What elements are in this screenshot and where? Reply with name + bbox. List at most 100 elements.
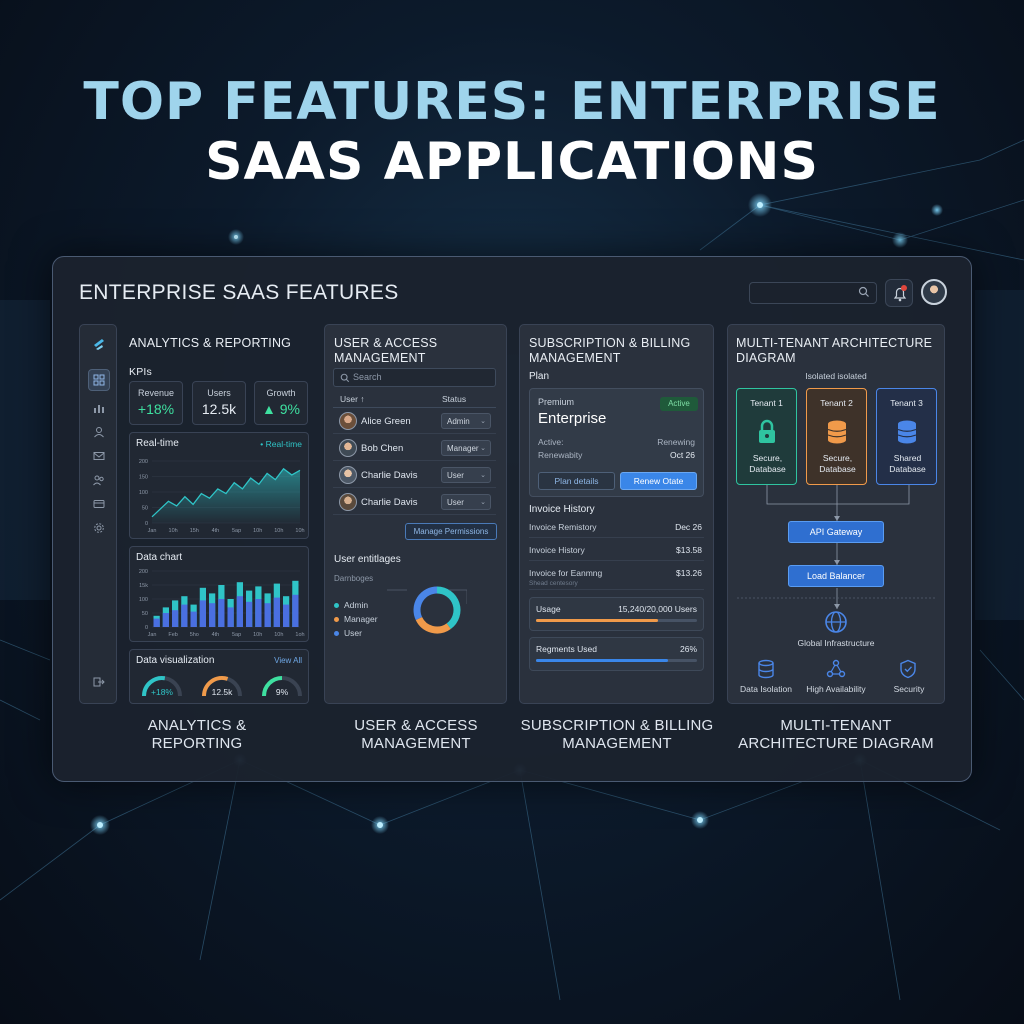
plan-tier: Premium (538, 397, 575, 407)
arch-title: MULTI-TENANT ARCHITECTURE DIAGRAM (736, 336, 932, 366)
lock-icon (759, 419, 775, 443)
y-tick-label: 50 (142, 506, 148, 512)
realtime-chart: 200 150 100 50 0 Jan 10h 15h 4th 5ap 10h 10h 10h Rea… (129, 432, 309, 539)
x-tick-label: 10h (295, 528, 304, 534)
hero-title-line1: TOP FEATURES: ENTERPRISE (83, 72, 941, 132)
global-infra-label: Global Infrastructure (797, 638, 875, 648)
col-user-header[interactable]: User ↑ (340, 394, 365, 404)
user-icon[interactable] (88, 421, 110, 443)
invoice-row[interactable]: Invoice History $13.58 (529, 541, 704, 561)
col-status-header[interactable]: Status (442, 394, 466, 404)
regments-track (536, 659, 697, 662)
logout-icon[interactable] (88, 671, 110, 693)
bar (199, 600, 206, 627)
regments-value: 26% (679, 644, 697, 654)
realtime-chart-title: Real-time (136, 438, 179, 449)
tenant-card[interactable]: Tenant 2 Secure, Database (806, 388, 867, 485)
invoice-value: Dec 26 (675, 522, 702, 532)
y-tick-label: 100 (139, 597, 148, 603)
role-select[interactable]: User ⌄ (441, 467, 491, 483)
y-tick-label: 200 (139, 459, 148, 465)
bar (209, 603, 216, 627)
database-icon (897, 420, 917, 444)
invoice-row[interactable]: Invoice Remistory Dec 26 (529, 518, 704, 538)
dashboard-window: ENTERPRISE SAAS FEATURES ANALYTICS & REP… (52, 256, 972, 782)
regments-label: Regments Used (536, 644, 597, 654)
top-search-input[interactable] (749, 282, 877, 304)
mail-icon[interactable] (88, 445, 110, 467)
avatar (339, 439, 357, 457)
entitlements-donut (387, 586, 467, 634)
x-tick-label: 5ap (232, 528, 241, 534)
table-row[interactable]: Bob Chen Manager ⌄ (333, 435, 496, 461)
analytics-title: ANALYTICS & REPORTING (129, 336, 292, 350)
tenant-desc-line1: Secure, (822, 453, 853, 463)
logo-icon[interactable] (88, 333, 110, 355)
y-tick-label: 0 (145, 625, 148, 631)
dashboard-icon[interactable] (88, 369, 110, 391)
view-all-link[interactable]: View All (274, 656, 302, 665)
legend-admin: Admin (334, 600, 368, 610)
bar (292, 594, 299, 627)
donut-slice (415, 616, 451, 634)
invoice-label: Invoice Remistory (529, 522, 597, 532)
arch-caption-line2: ARCHITECTURE DIAGRAM (738, 735, 934, 752)
users-caption: USER & ACCESS MANAGEMENT (336, 717, 496, 753)
chevron-down-icon: ⌄ (480, 499, 486, 506)
user-name: Charlie Davis (361, 470, 418, 481)
avatar (339, 412, 357, 430)
role-select[interactable]: Admin ⌄ (441, 413, 491, 429)
gauge-label: +18% (151, 687, 173, 697)
notifications-button[interactable] (885, 279, 913, 307)
sidebar (79, 324, 117, 704)
renew-date: Oct 26 (669, 450, 695, 460)
api-gateway-node[interactable]: API Gateway (788, 521, 884, 543)
users-caption-line1: USER & ACCESS (354, 717, 478, 734)
donut-slice (436, 586, 461, 630)
shield-icon (900, 659, 916, 679)
table-row[interactable]: Charlie Davis User ⌄ (333, 462, 496, 488)
realtime-chart-svg: 200 150 100 50 0Jan 10h 15h 4th 5ap 10h 10h 10h (139, 459, 305, 534)
user-avatar[interactable] (921, 279, 947, 305)
security-label: Security (893, 684, 925, 694)
invoice-row[interactable]: Invoice for Eanmng $13.26 Shead centesory (529, 564, 704, 590)
table-row[interactable]: Charlie Davis User ⌄ (333, 489, 496, 515)
users-caption-line2: MANAGEMENT (361, 735, 471, 752)
load-balancer-node[interactable]: Load Balancer (788, 565, 884, 587)
settings-icon[interactable] (88, 517, 110, 539)
user-search-input[interactable]: Search (333, 368, 496, 387)
tenant-card[interactable]: Tenant 3 Shared Database (876, 388, 937, 485)
data-chart-title: Data chart (136, 552, 183, 563)
billing-icon[interactable] (88, 493, 110, 515)
realtime-badge: • Real-time (260, 439, 302, 449)
x-tick-label: 5ap (232, 632, 241, 638)
role-value: User (447, 498, 464, 507)
kpi-users: Users 12.5k (192, 381, 246, 425)
bar (236, 596, 243, 627)
bar (264, 603, 271, 627)
network-icon (826, 659, 846, 678)
globe-icon (825, 611, 847, 633)
invoice-value: $13.58 (676, 545, 702, 555)
manage-permissions-button[interactable]: Manage Permissions (405, 523, 497, 540)
plan-details-button[interactable]: Plan details (538, 472, 615, 490)
legend-dot (334, 617, 339, 623)
users-icon[interactable] (88, 469, 110, 491)
tenant-card[interactable]: Tenant 1 Secure, Database (736, 388, 797, 485)
table-row[interactable]: Alice Green Admin ⌄ (333, 408, 496, 434)
renew-button[interactable]: Renew Otate (620, 472, 697, 490)
bar (172, 610, 179, 627)
role-select[interactable]: User ⌄ (441, 494, 491, 510)
x-tick-label: 10h (169, 528, 178, 534)
role-select[interactable]: Manager ⌄ (441, 440, 491, 456)
bar-chart-icon[interactable] (88, 397, 110, 419)
x-tick-label: 10h (253, 632, 262, 638)
kpi-label: Revenue (137, 388, 175, 398)
billing-caption-line1: SUBSCRIPTION & BILLING (520, 717, 714, 734)
user-name: Bob Chen (361, 443, 404, 454)
role-value: Manager (447, 444, 479, 453)
tenant-desc: Shared Database (877, 453, 938, 475)
billing-caption: SUBSCRIPTION & BILLING MANAGEMENT (517, 717, 717, 753)
tenant-name: Tenant 2 (820, 398, 853, 408)
legend-label: Manager (344, 614, 378, 624)
